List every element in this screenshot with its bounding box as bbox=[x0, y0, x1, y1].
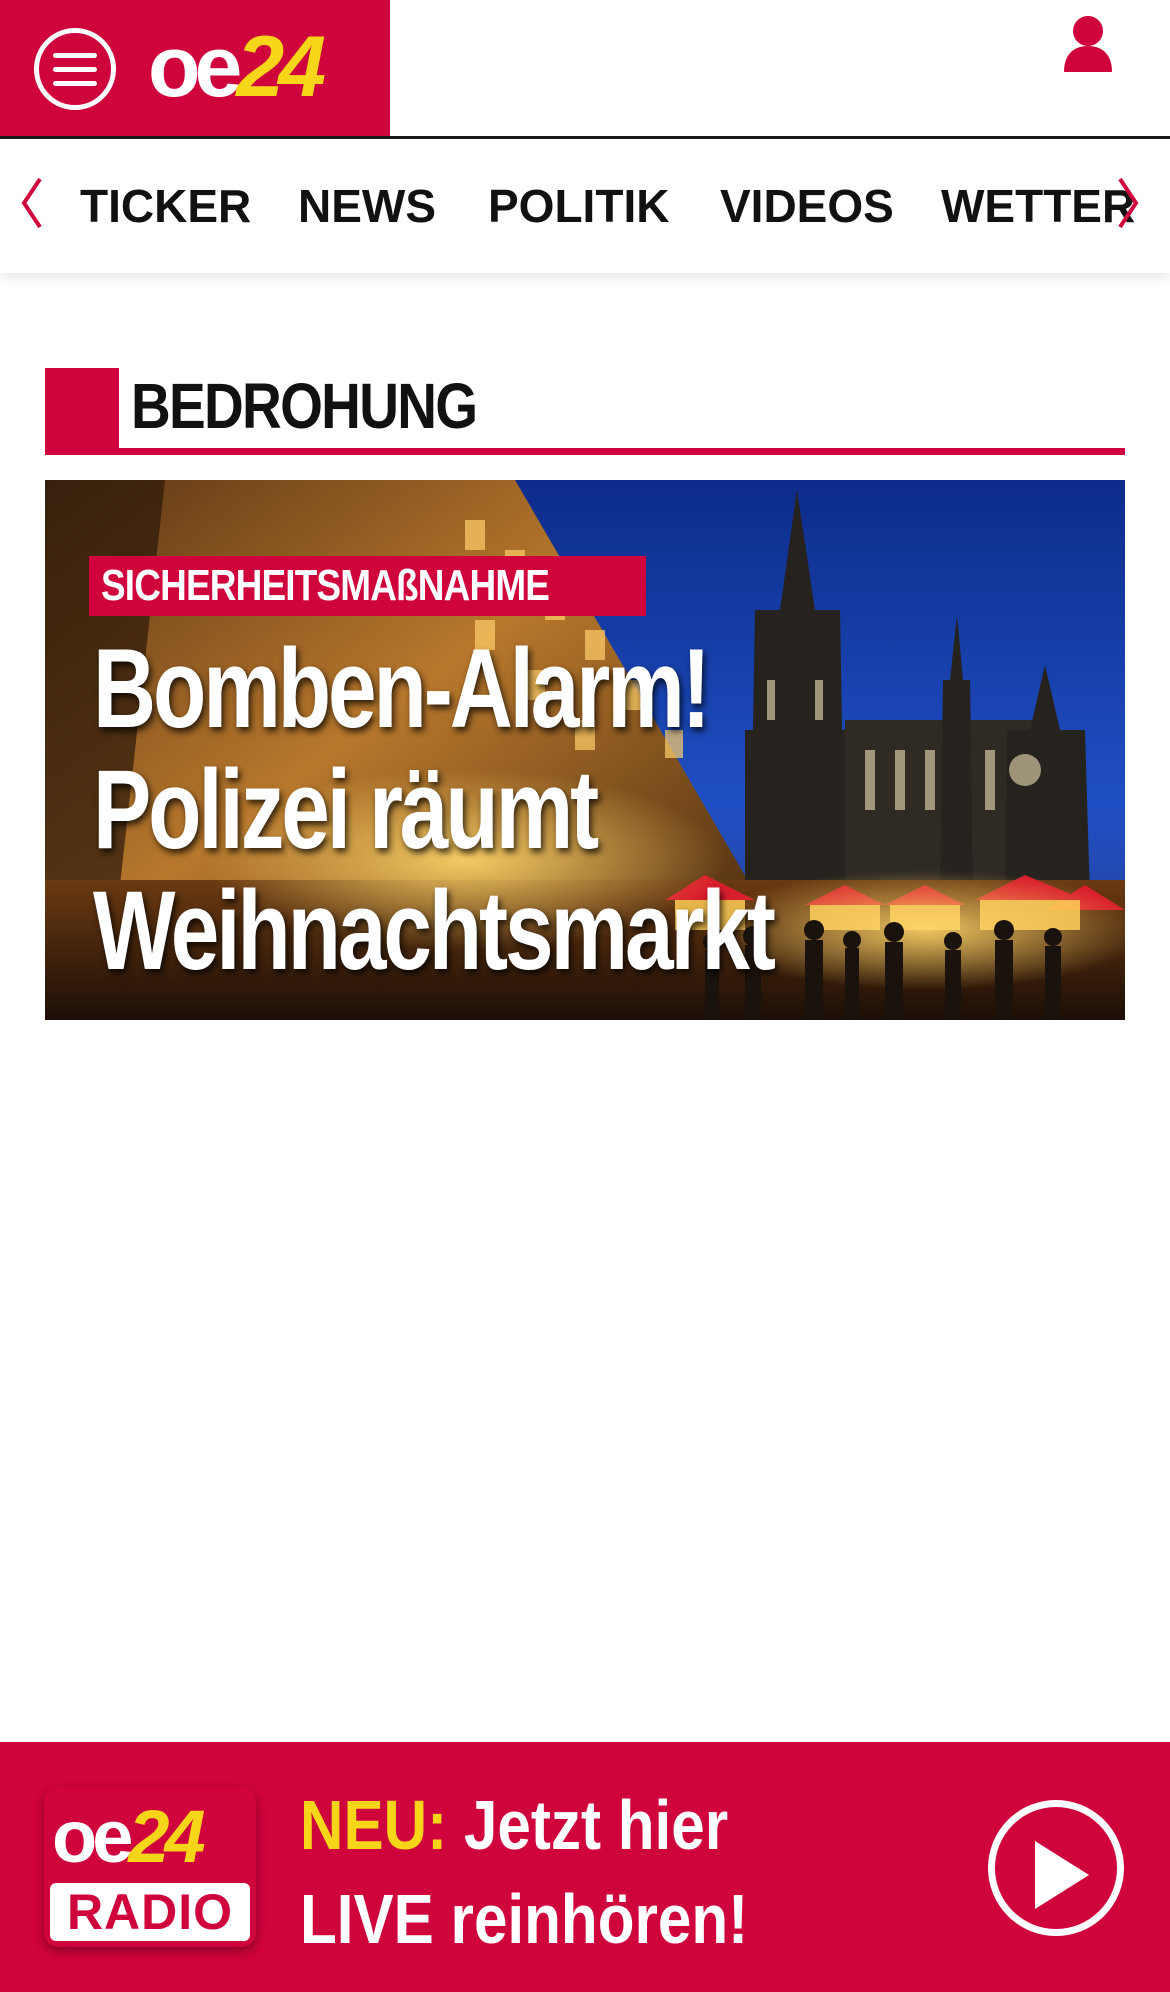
nav-item-wetter[interactable]: WETTER bbox=[941, 178, 1135, 234]
hamburger-menu-icon[interactable] bbox=[34, 28, 116, 110]
radio-live-banner[interactable]: oe24 RADIO NEU: Jetzt hier LIVE reinhöre… bbox=[0, 1742, 1170, 1992]
radio-text-line-2: LIVE reinhören! bbox=[300, 1880, 749, 1958]
logo-text-oe: oe bbox=[148, 19, 242, 115]
nav-item-news[interactable]: NEWS bbox=[298, 178, 436, 234]
headline-line-1: Bomben-Alarm! bbox=[93, 626, 711, 751]
category-nav: TICKER NEWS POLITIK VIDEOS WETTER bbox=[0, 139, 1170, 273]
section-underline bbox=[45, 448, 1125, 455]
radio-new-label: NEU: bbox=[300, 1786, 448, 1864]
brand-block: oe 24 bbox=[0, 0, 390, 136]
logo-text-24: 24 bbox=[236, 19, 326, 115]
site-logo[interactable]: oe 24 bbox=[148, 19, 326, 115]
nav-item-politik[interactable]: POLITIK bbox=[488, 178, 669, 234]
radio-text-line-1: Jetzt hier bbox=[463, 1786, 729, 1864]
section-marker bbox=[45, 368, 119, 452]
user-account-icon[interactable] bbox=[1060, 14, 1116, 74]
hero-article[interactable]: SICHERHEITSMAßNAHME Bomben-Alarm! Polize… bbox=[45, 480, 1125, 1020]
radio-promo-text: NEU: Jetzt hier LIVE reinhören! bbox=[300, 1778, 821, 1966]
play-icon[interactable] bbox=[988, 1800, 1124, 1936]
headline-line-2: Polizei räumt bbox=[93, 747, 599, 872]
radio-logo-brand: oe24 bbox=[52, 1795, 206, 1878]
site-header: oe 24 bbox=[0, 0, 1170, 139]
article-kicker: SICHERHEITSMAßNAHME bbox=[89, 556, 647, 616]
radio-logo-label: RADIO bbox=[50, 1883, 250, 1941]
nav-item-ticker[interactable]: TICKER bbox=[80, 178, 251, 234]
section-title[interactable]: BEDROHUNG bbox=[131, 370, 478, 442]
radio-logo: oe24 RADIO bbox=[44, 1787, 256, 1947]
article-headline[interactable]: Bomben-Alarm! Polizei räumt Weihnachtsma… bbox=[93, 628, 1093, 991]
chevron-right-icon[interactable] bbox=[1114, 175, 1144, 231]
section-heading: BEDROHUNG bbox=[45, 368, 1125, 456]
chevron-left-icon[interactable] bbox=[16, 175, 46, 231]
headline-line-3: Weihnachtsmarkt bbox=[93, 868, 776, 993]
nav-item-videos[interactable]: VIDEOS bbox=[720, 178, 894, 234]
